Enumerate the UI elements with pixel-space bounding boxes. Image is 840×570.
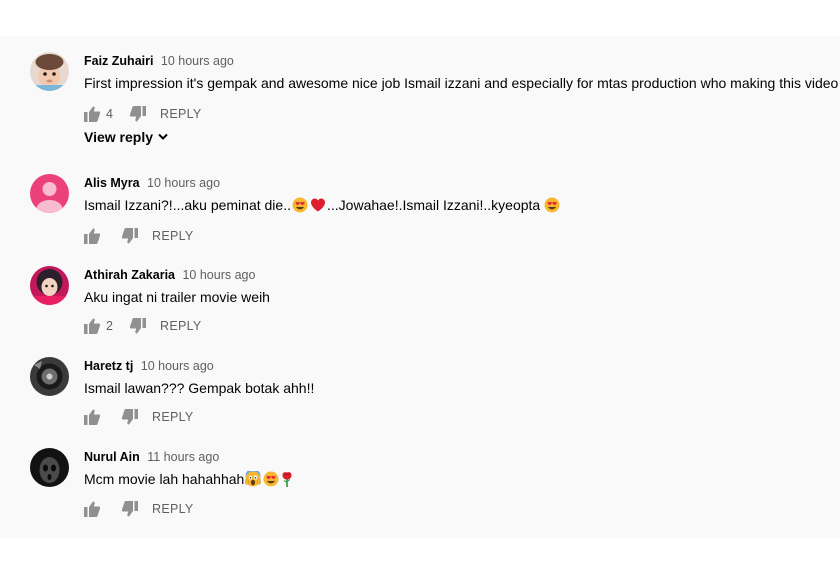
dislike-button[interactable] [130,106,146,122]
comment-text: Ismail Izzani?!...aku peminat die.. ...Jo… [84,195,835,218]
like-button[interactable] [84,501,100,517]
comment-text-part: Ismail Izzani?!...aku peminat die.. [84,197,291,213]
comment-actions: REPLY [84,226,194,246]
comment-text-part: ...Jowahae!.Ismail Izzani!..kyeopta [327,197,541,213]
like-button[interactable] [84,228,100,244]
like-button[interactable] [84,318,100,334]
thumbs-down-icon [122,409,138,425]
comment-time[interactable]: 10 hours ago [141,359,214,373]
comment-time[interactable]: 10 hours ago [182,268,255,282]
like-count: 2 [106,319,113,333]
thumbs-down-icon [122,228,138,244]
author-name[interactable]: Faiz Zuhairi [84,54,153,68]
view-reply-label: View reply [84,129,154,145]
comment-text: First impression it's gempak and awesome… [84,75,839,91]
thumbs-up-icon [84,228,100,244]
reply-button[interactable]: REPLY [160,107,202,121]
thumbs-up-icon [84,409,100,425]
dislike-button[interactable] [122,409,138,425]
comment-text: Ismail lawan??? Gempak botak ahh!! [84,380,315,396]
avatar[interactable] [30,174,69,213]
rose-emoji [281,471,293,492]
reply-button[interactable]: REPLY [152,229,194,243]
heart-eyes-emoji [544,197,560,218]
comment-header: Nurul Ain 11 hours ago [84,448,835,466]
heart-eyes-emoji [263,471,279,492]
comment-time[interactable]: 10 hours ago [161,54,234,68]
thumbs-up-icon [84,501,100,517]
author-name[interactable]: Alis Myra [84,176,140,190]
screaming-face-emoji [245,468,262,492]
thumbs-up-icon [84,318,100,334]
author-name[interactable]: Haretz tj [84,359,133,373]
red-heart-emoji [310,197,326,218]
avatar[interactable] [30,52,69,91]
like-button[interactable] [84,409,100,425]
reply-button[interactable]: REPLY [152,410,194,424]
like-count: 4 [106,107,113,121]
comment-text: Mcm movie lah hahahhah [84,468,835,492]
comment-actions: REPLY [84,499,194,519]
comment-actions: 2 REPLY [84,316,202,336]
reply-button[interactable]: REPLY [152,502,194,516]
dislike-button[interactable] [122,228,138,244]
heart-eyes-emoji [292,197,308,218]
comment-header: Alis Myra 10 hours ago [84,174,835,192]
thumbs-up-icon [84,106,100,122]
comment-header: Haretz tj 10 hours ago [84,357,835,375]
thumbs-down-icon [130,318,146,334]
thumbs-down-icon [122,501,138,517]
reply-button[interactable]: REPLY [160,319,202,333]
like-button[interactable] [84,106,100,122]
avatar[interactable] [30,266,69,305]
comment-header: Faiz Zuhairi 10 hours ago [84,52,835,70]
dislike-button[interactable] [130,318,146,334]
comment-text-part: Mcm movie lah hahahhah [84,471,245,487]
comment-actions: REPLY [84,407,194,427]
chevron-down-icon [158,133,168,140]
author-name[interactable]: Nurul Ain [84,450,140,464]
thumbs-down-icon [130,106,146,122]
comment-header: Athirah Zakaria 10 hours ago [84,266,835,284]
author-name[interactable]: Athirah Zakaria [84,268,175,282]
comment-time[interactable]: 10 hours ago [147,176,220,190]
comment-actions: 4 REPLY [84,104,202,124]
dislike-button[interactable] [122,501,138,517]
avatar[interactable] [30,448,69,487]
avatar[interactable] [30,357,69,396]
view-replies-button[interactable]: View reply [84,129,168,145]
comment-text: Aku ingat ni trailer movie weih [84,289,270,305]
comment-time[interactable]: 11 hours ago [147,450,219,464]
